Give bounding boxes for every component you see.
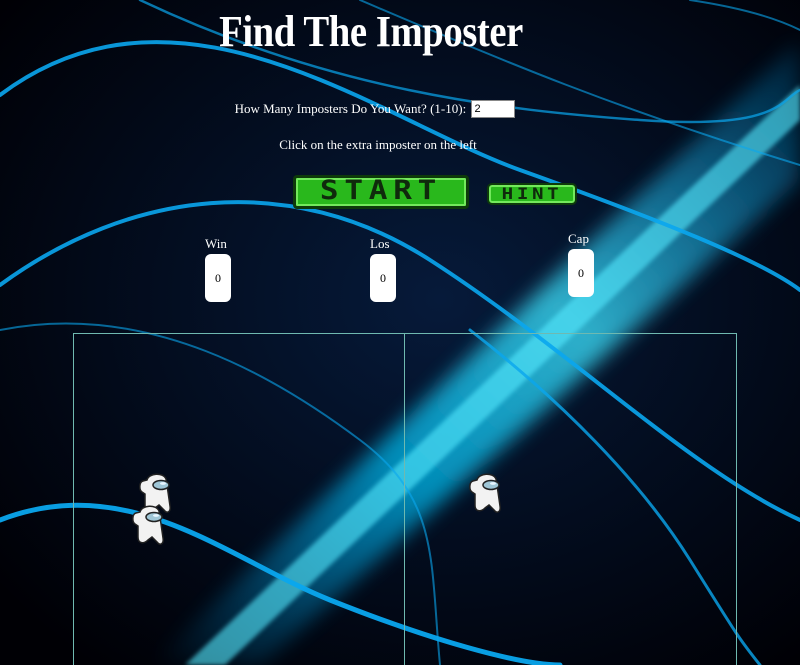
imposter-count-input[interactable] bbox=[471, 100, 516, 119]
win-label: Win bbox=[205, 236, 227, 251]
instruction-text: Click on the extra imposter on the left bbox=[279, 137, 477, 152]
win-counter: Win 0 bbox=[205, 236, 231, 302]
crewmate-icon[interactable] bbox=[132, 504, 168, 548]
cap-counter: Cap 0 bbox=[568, 231, 594, 297]
start-button[interactable]: START bbox=[293, 175, 469, 209]
left-panel bbox=[73, 333, 405, 665]
game-page: Find The Imposter How Many Imposters Do … bbox=[0, 0, 800, 665]
right-panel bbox=[404, 333, 737, 665]
loss-label: Los bbox=[370, 236, 390, 251]
cap-label: Cap bbox=[568, 231, 589, 246]
imposter-count-row: How Many Imposters Do You Want? (1-10): bbox=[0, 100, 750, 119]
start-button-label: START bbox=[319, 175, 443, 206]
loss-counter: Los 0 bbox=[370, 236, 396, 302]
hint-button-label: HINT bbox=[501, 184, 563, 203]
cap-value: 0 bbox=[568, 249, 594, 297]
loss-value: 0 bbox=[370, 254, 396, 302]
hint-button[interactable]: HINT bbox=[487, 183, 577, 205]
crewmate-icon[interactable] bbox=[469, 472, 505, 516]
win-value: 0 bbox=[205, 254, 231, 302]
page-title: Find The Imposter bbox=[219, 7, 523, 56]
imposter-count-label: How Many Imposters Do You Want? (1-10): bbox=[234, 101, 467, 117]
